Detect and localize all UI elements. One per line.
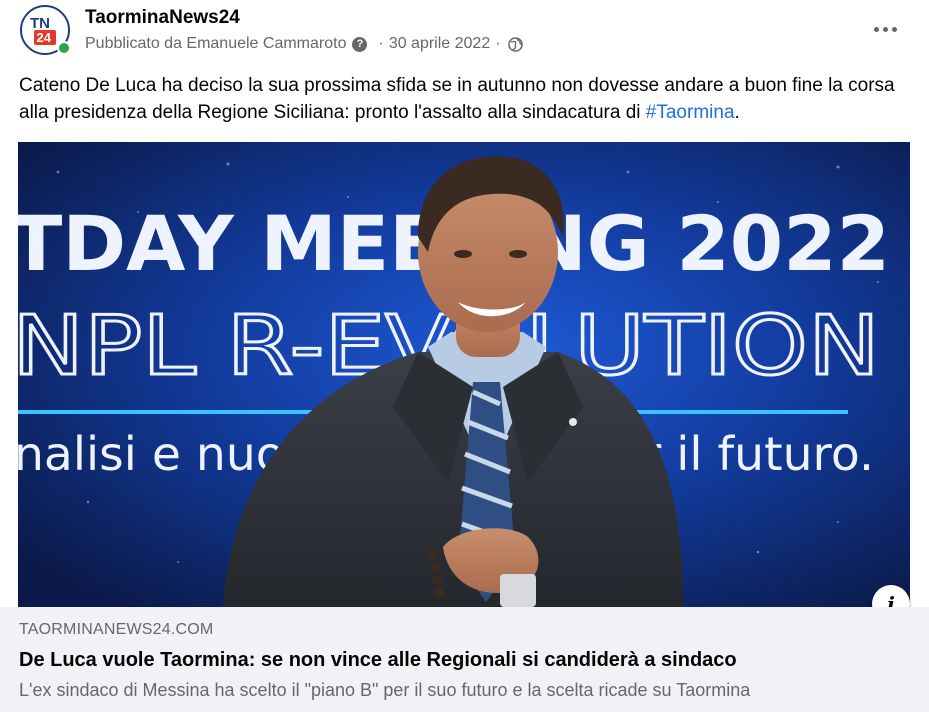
page-name-link[interactable]: TaorminaNews24 [85,7,240,29]
link-title[interactable]: De Luca vuole Taormina: se non vince all… [19,649,737,672]
post-text-end: . [734,102,740,123]
svg-text:24: 24 [37,30,52,45]
link-description: L'ex sindaco di Messina ha scelto il "pi… [19,680,751,700]
post-image[interactable]: TDAY MEETING 2022 NPL R-EVOLUTION nalisi… [18,142,910,607]
link-preview[interactable]: TAORMINANEWS24.COM De Luca vuole Taormin… [0,607,929,712]
link-domain: TAORMINANEWS24.COM [19,621,214,638]
post-date-link[interactable]: 30 aprile 2022 [389,35,490,53]
meta-separator: · [378,35,384,52]
post-body: Cateno De Luca ha deciso la sua prossima… [19,75,895,123]
post-meta: Pubblicato da Emanuele Cammaroto ? · 30 … [85,35,523,53]
published-by: Pubblicato da Emanuele Cammaroto [85,35,347,52]
online-status-dot [57,41,71,55]
event-photo: TDAY MEETING 2022 NPL R-EVOLUTION nalisi… [18,142,910,607]
hashtag-link[interactable]: #Taormina [646,102,735,123]
more-options-icon[interactable] [866,14,904,44]
post-header: TN 24 TaorminaNews24 Pubblicato da Emanu… [0,0,929,70]
meta-separator: · [495,35,501,52]
globe-icon[interactable] [507,36,523,52]
question-icon[interactable]: ? [352,36,368,52]
post-text: Cateno De Luca ha deciso la sua prossima… [19,72,909,126]
